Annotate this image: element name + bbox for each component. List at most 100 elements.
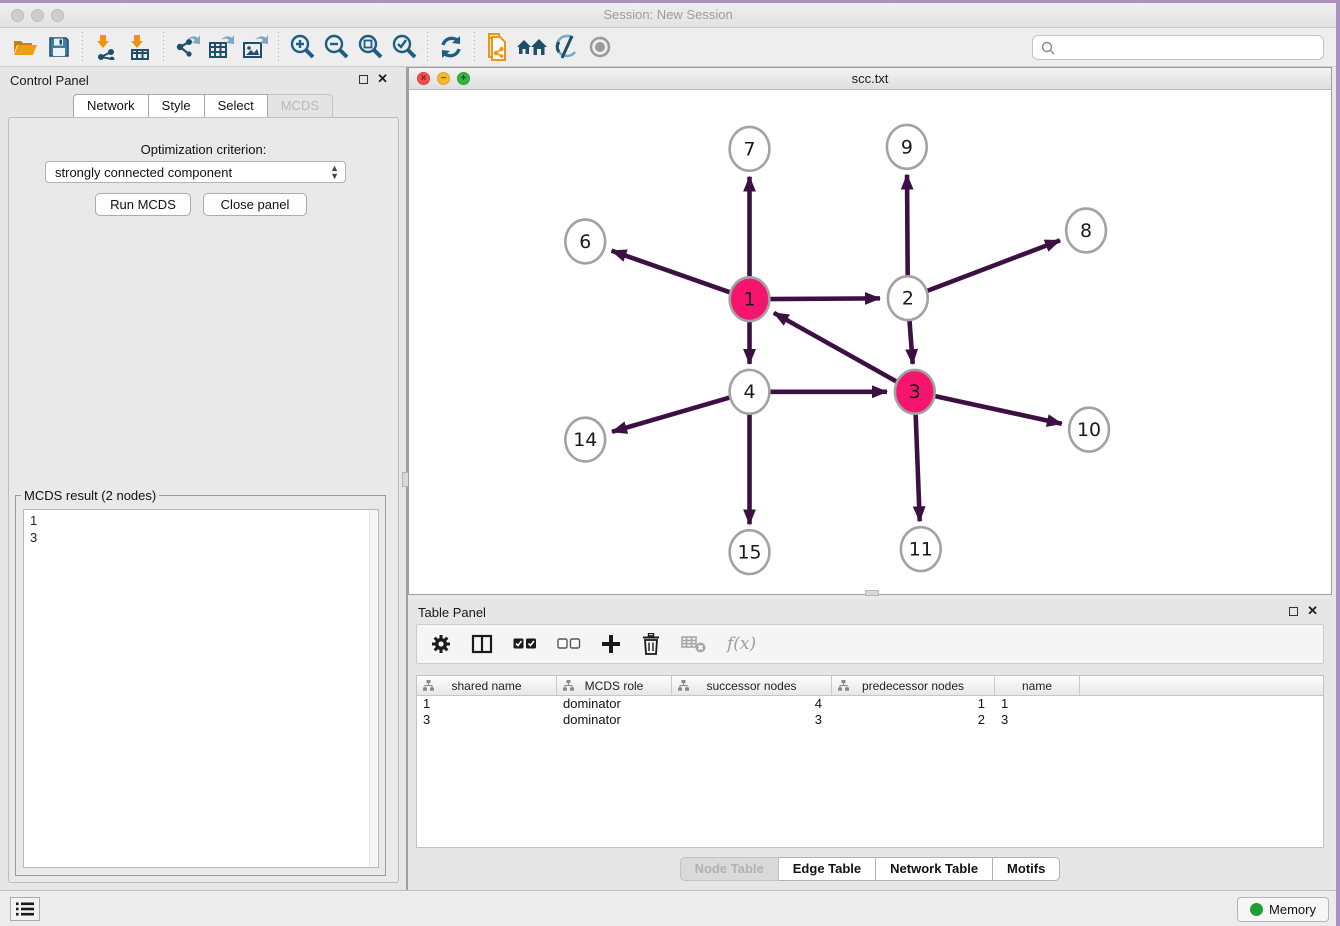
edge-2-3[interactable] <box>909 317 912 364</box>
tab-edge-table[interactable]: Edge Table <box>779 857 876 881</box>
edge-3-10[interactable] <box>933 396 1062 424</box>
export-image-icon <box>241 34 269 60</box>
table-row[interactable]: 1dominator411 <box>417 696 1323 712</box>
copy-network-button[interactable] <box>481 31 515 63</box>
graph-node-2[interactable]: 2 <box>888 276 928 320</box>
search-icon <box>1040 40 1056 56</box>
zoom-fit-button[interactable] <box>353 31 387 63</box>
edge-3-1[interactable] <box>774 313 898 383</box>
select-all-icon <box>513 637 537 651</box>
node-table[interactable]: shared nameMCDS rolesuccessor nodesprede… <box>416 675 1324 848</box>
edge-2-8[interactable] <box>926 240 1060 291</box>
column-header-MCDS-role[interactable]: MCDS role <box>557 676 672 695</box>
tab-node-table[interactable]: Node Table <box>680 857 779 881</box>
graph-node-15[interactable]: 15 <box>730 530 770 574</box>
table-cell: 1 <box>995 696 1080 712</box>
column-header-name[interactable]: name <box>995 676 1080 695</box>
edge-1-6[interactable] <box>612 251 732 293</box>
memory-label: Memory <box>1269 902 1316 917</box>
import-network-icon <box>93 34 119 60</box>
zoom-selected-button[interactable] <box>387 31 421 63</box>
edge-2-9[interactable] <box>907 175 908 280</box>
select-all-button[interactable] <box>513 637 537 651</box>
export-table-button[interactable] <box>204 31 238 63</box>
toolbar-separator <box>82 32 83 62</box>
show-graphics-icon <box>586 34 614 60</box>
mcds-result-area[interactable]: 1 3 <box>23 509 379 868</box>
edge-4-14[interactable] <box>612 397 731 432</box>
table-body: 1dominator4113dominator323 <box>417 696 1323 728</box>
import-table-button[interactable] <box>123 31 157 63</box>
home-icon <box>516 35 548 59</box>
import-network-button[interactable] <box>89 31 123 63</box>
optimization-select[interactable]: strongly connected component ▲▼ <box>45 161 346 183</box>
graph-node-11[interactable]: 11 <box>901 527 941 571</box>
edge-3-11[interactable] <box>916 411 920 522</box>
table-panel-title: Table Panel <box>418 605 486 620</box>
task-history-button[interactable] <box>10 897 40 921</box>
deselect-all-button[interactable] <box>557 637 581 651</box>
zoom-in-button[interactable] <box>285 31 319 63</box>
column-header-successor-nodes[interactable]: successor nodes <box>672 676 832 695</box>
graph-node-14[interactable]: 14 <box>565 418 605 462</box>
close-panel-button[interactable]: Close panel <box>203 193 307 216</box>
edge-1-2[interactable] <box>768 298 880 299</box>
svg-text:2: 2 <box>902 288 914 310</box>
tab-motifs[interactable]: Motifs <box>993 857 1060 881</box>
zoom-out-button[interactable] <box>319 31 353 63</box>
zoom-out-icon <box>322 33 350 61</box>
home-button[interactable] <box>515 31 549 63</box>
refresh-view-button[interactable] <box>434 31 468 63</box>
column-header-predecessor-nodes[interactable]: predecessor nodes <box>832 676 995 695</box>
graph-node-8[interactable]: 8 <box>1066 209 1106 253</box>
column-header-shared-name[interactable]: shared name <box>417 676 557 695</box>
save-session-button[interactable] <box>42 31 76 63</box>
export-image-button[interactable] <box>238 31 272 63</box>
tab-network[interactable]: Network <box>73 94 149 118</box>
run-mcds-button[interactable]: Run MCDS <box>95 193 191 216</box>
deselect-all-icon <box>557 637 581 651</box>
network-splitter-grip[interactable] <box>865 590 879 596</box>
table-cell: dominator <box>557 696 672 712</box>
float-panel-icon[interactable] <box>359 75 368 84</box>
export-network-button[interactable] <box>170 31 204 63</box>
tab-mcds[interactable]: MCDS <box>268 94 333 118</box>
toolbar-separator <box>163 32 164 62</box>
graph-node-4[interactable]: 4 <box>730 370 770 414</box>
delete-button[interactable] <box>641 633 661 655</box>
columns-button[interactable] <box>471 634 493 654</box>
tab-network-table[interactable]: Network Table <box>876 857 993 881</box>
memory-button[interactable]: Memory <box>1237 897 1329 922</box>
graph-node-7[interactable]: 7 <box>730 127 770 171</box>
svg-text:3: 3 <box>909 381 921 403</box>
workspace: Control Panel ✕ NetworkStyleSelectMCDS O… <box>0 67 1336 890</box>
network-canvas[interactable]: 7 9 6 8 1 2 4 3 14 10 15 11 <box>409 90 1331 594</box>
trash-icon <box>641 633 661 655</box>
graph-node-3[interactable]: 3 <box>895 370 935 414</box>
close-panel-icon[interactable]: ✕ <box>377 71 388 87</box>
gear-button[interactable] <box>431 634 451 654</box>
graph-node-10[interactable]: 10 <box>1069 408 1109 452</box>
graph-node-9[interactable]: 9 <box>887 125 927 169</box>
delete-table-button[interactable] <box>681 634 707 654</box>
graph-node-6[interactable]: 6 <box>565 220 605 264</box>
svg-text:7: 7 <box>744 138 756 160</box>
add-column-button[interactable] <box>601 634 621 654</box>
function-builder-button[interactable]: f(x) <box>727 634 756 654</box>
close-table-panel-icon[interactable]: ✕ <box>1307 603 1318 619</box>
float-table-panel-icon[interactable] <box>1289 607 1298 616</box>
tab-select[interactable]: Select <box>205 94 268 118</box>
network-window-title: scc.txt <box>409 71 1331 86</box>
control-panel: Control Panel ✕ NetworkStyleSelectMCDS O… <box>0 67 406 890</box>
show-graphics-button[interactable] <box>583 31 617 63</box>
search-input[interactable] <box>1056 40 1323 55</box>
control-panel-tabs: NetworkStyleSelectMCDS <box>0 94 406 118</box>
graph-node-1[interactable]: 1 <box>730 277 770 321</box>
result-scrollbar[interactable] <box>369 510 378 867</box>
open-session-button[interactable] <box>8 31 42 63</box>
tab-style[interactable]: Style <box>149 94 205 118</box>
vizmapper-button[interactable] <box>549 31 583 63</box>
toolbar-separator <box>427 32 428 62</box>
table-row[interactable]: 3dominator323 <box>417 712 1323 728</box>
search-box[interactable] <box>1032 35 1324 60</box>
